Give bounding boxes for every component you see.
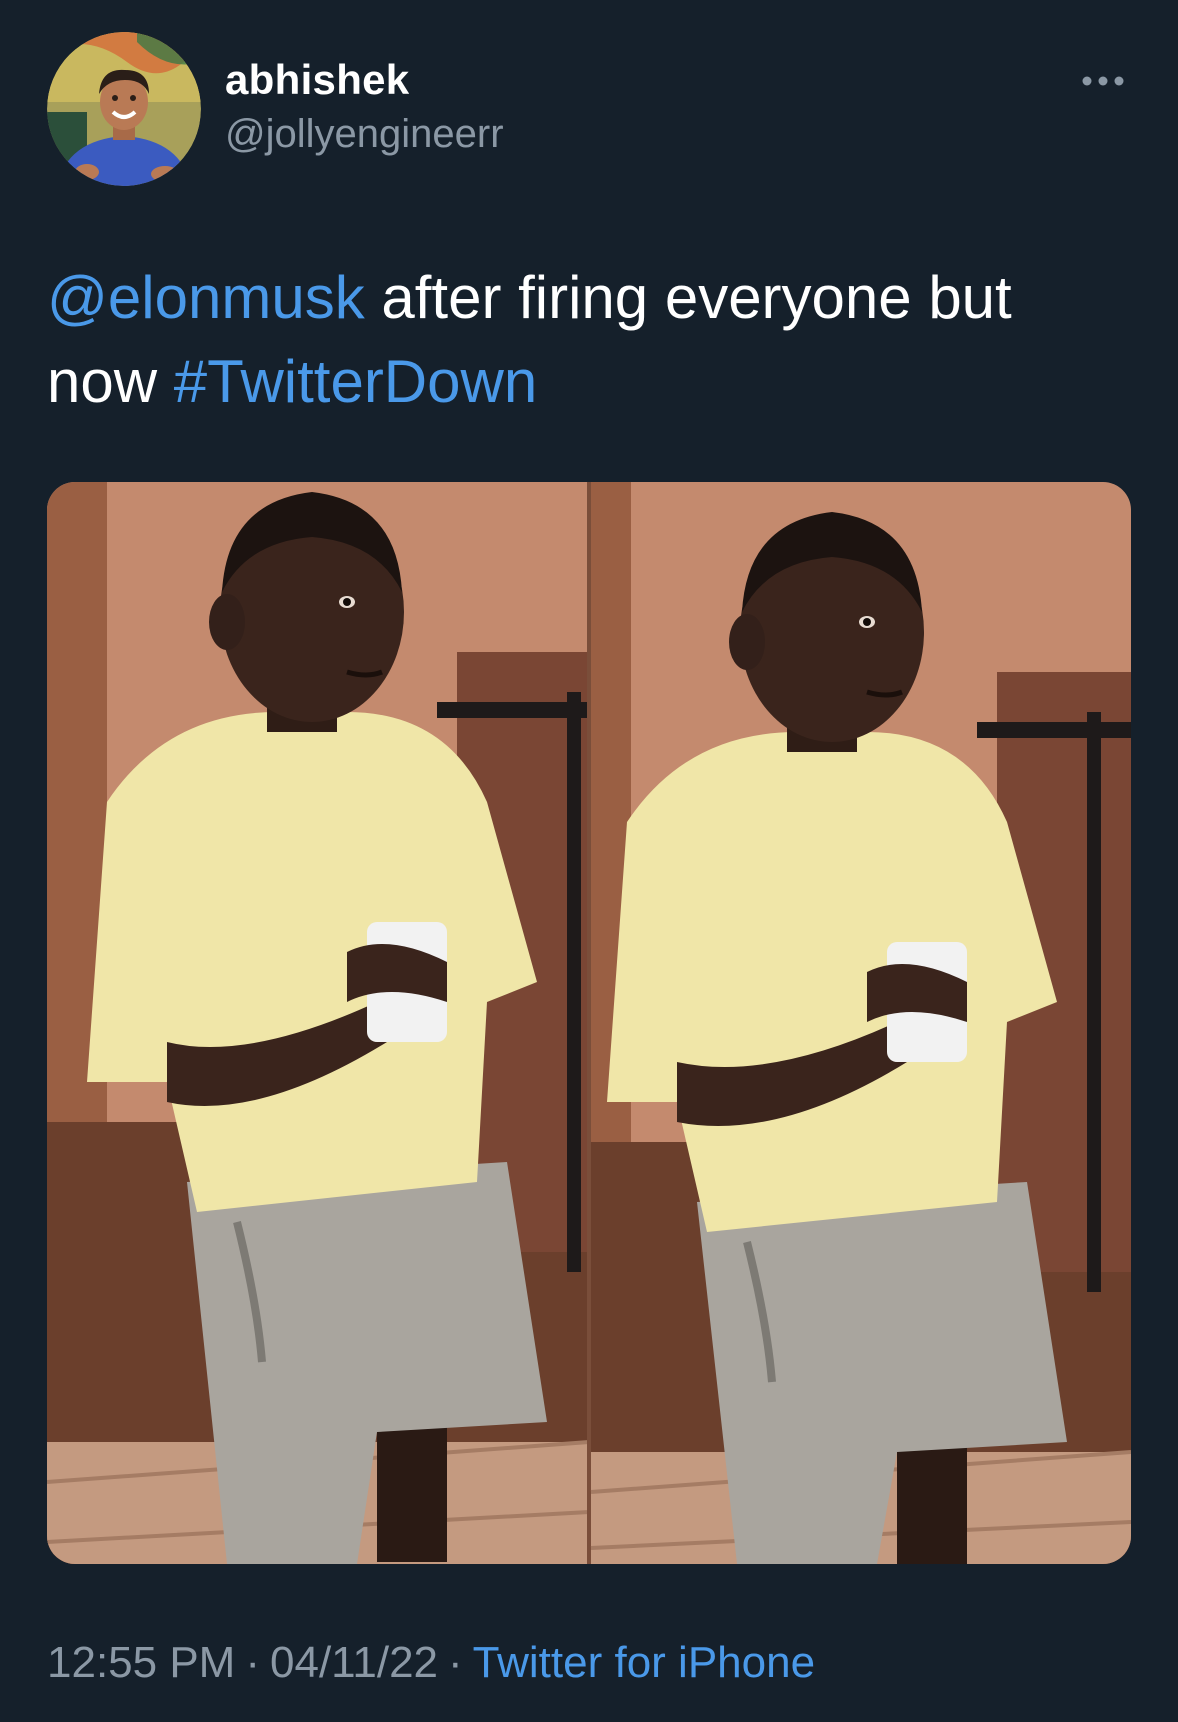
meta-separator: · xyxy=(245,1638,260,1687)
ellipsis-icon xyxy=(1082,76,1124,86)
tweet-meta: 12:55 PM · 04/11/22 · Twitter for iPhone xyxy=(47,1638,815,1688)
profile-photo-icon xyxy=(47,32,201,186)
tweet-date[interactable]: 04/11/22 xyxy=(270,1638,438,1687)
author-handle[interactable]: @jollyengineerr xyxy=(225,112,504,157)
tweet-source-link[interactable]: Twitter for iPhone xyxy=(473,1638,815,1687)
tweet-time[interactable]: 12:55 PM xyxy=(47,1638,235,1687)
tweet-photo[interactable] xyxy=(47,482,1131,1564)
photo-image xyxy=(47,482,1131,1564)
photo-panel-left xyxy=(47,482,590,1564)
hashtag-link[interactable]: #TwitterDown xyxy=(174,348,537,415)
tweet-text: @elonmusk after firing everyone but now … xyxy=(47,256,1137,424)
tweet: abhishek @jollyengineerr @elonmusk after… xyxy=(0,0,1178,1722)
photo-panel-right xyxy=(590,482,1131,1564)
mention-link[interactable]: @elonmusk xyxy=(47,264,365,331)
meta-separator: · xyxy=(448,1638,463,1687)
author-display-name[interactable]: abhishek xyxy=(225,56,409,104)
more-options-button[interactable] xyxy=(1078,66,1128,96)
avatar[interactable] xyxy=(47,32,201,186)
